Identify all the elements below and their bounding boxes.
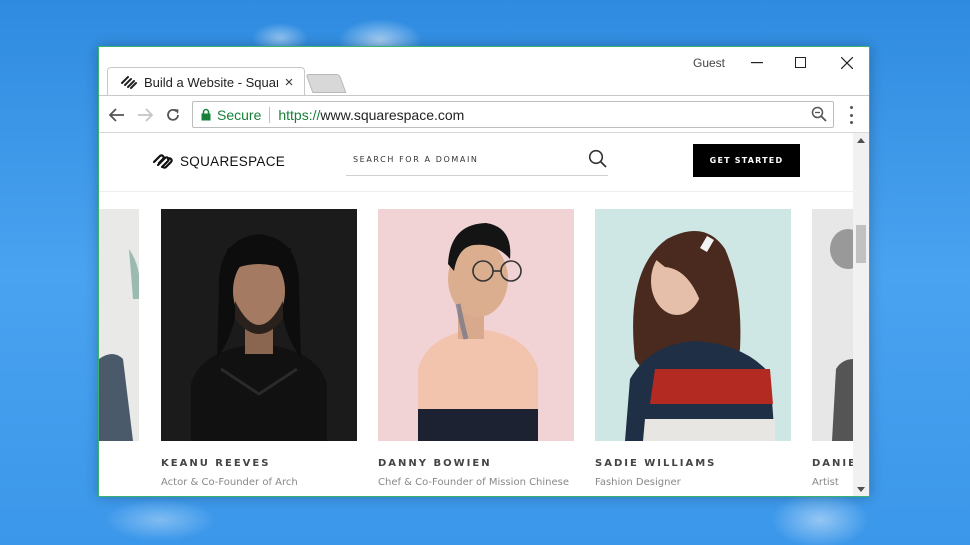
person-photo xyxy=(812,209,853,441)
person-photo xyxy=(595,209,791,441)
person-role: Chef & Co-Founder of Mission Chinese xyxy=(378,477,570,488)
squarespace-logo-icon xyxy=(152,154,173,169)
reload-icon xyxy=(167,108,179,121)
title-bar: Build a Website - Squarespace × Guest xyxy=(99,47,869,96)
person-card[interactable]: DANIE Artist xyxy=(812,209,853,488)
person-role: Fashion Designer xyxy=(595,477,681,488)
new-tab-button[interactable] xyxy=(305,74,347,93)
person-card[interactable]: SADIE WILLIAMS Fashion Designer xyxy=(595,209,791,488)
back-button[interactable] xyxy=(106,104,128,126)
close-icon xyxy=(841,57,853,69)
address-bar[interactable]: Secure https://www.squarespace.com xyxy=(192,101,834,128)
maximize-button[interactable] xyxy=(783,51,819,75)
reload-button[interactable] xyxy=(162,104,184,126)
close-window-button[interactable] xyxy=(829,51,865,75)
person-name: KEANU REEVES xyxy=(161,458,271,469)
person-card[interactable]: KEANU REEVES Actor & Co-Founder of Arch xyxy=(161,209,357,488)
browser-menu-icon[interactable] xyxy=(843,106,859,124)
logo-wordmark: SQUARESPACE xyxy=(180,154,286,169)
person-photo xyxy=(378,209,574,441)
get-started-button[interactable]: GET STARTED xyxy=(693,144,800,177)
minimize-button[interactable] xyxy=(739,51,775,75)
secure-label: Secure xyxy=(217,106,262,123)
search-icon[interactable] xyxy=(588,149,608,173)
person-role: Actor & Co-Founder of Arch xyxy=(161,477,298,488)
squarespace-logo[interactable]: SQUARESPACE xyxy=(152,153,285,170)
squarespace-favicon-icon xyxy=(120,74,138,90)
person-name: DANIE xyxy=(812,458,853,469)
page-viewport: SQUARESPACE GET STARTED xyxy=(99,133,853,496)
forward-arrow-icon xyxy=(138,108,153,122)
person-photo xyxy=(99,209,139,441)
person-photo xyxy=(161,209,357,441)
person-card[interactable]: DANNY BOWIEN Chef & Co-Founder of Missio… xyxy=(378,209,574,488)
url-text[interactable]: https://www.squarespace.com xyxy=(278,107,464,123)
profile-label[interactable]: Guest xyxy=(693,56,725,70)
omnibox-divider xyxy=(269,106,271,123)
vertical-scrollbar[interactable] xyxy=(853,133,869,496)
browser-toolbar: Secure https://www.squarespace.com xyxy=(99,95,869,133)
person-name: SADIE WILLIAMS xyxy=(595,458,717,469)
back-arrow-icon xyxy=(109,108,124,122)
tab-title: Build a Website - Squarespace xyxy=(144,74,278,90)
minimize-icon xyxy=(751,62,763,64)
scroll-down-icon[interactable] xyxy=(853,482,869,496)
tab-close-icon[interactable]: × xyxy=(282,74,296,91)
person-name: DANNY BOWIEN xyxy=(378,458,492,469)
forward-button[interactable] xyxy=(134,104,156,126)
person-role: Artist xyxy=(812,477,839,488)
zoom-icon[interactable] xyxy=(811,106,827,126)
browser-window: Build a Website - Squarespace × Guest Se… xyxy=(98,46,870,497)
maximize-icon xyxy=(795,57,806,68)
scrollbar-thumb[interactable] xyxy=(856,225,866,263)
domain-search-input[interactable] xyxy=(346,145,583,173)
scroll-up-icon[interactable] xyxy=(853,133,869,147)
site-header: SQUARESPACE GET STARTED xyxy=(99,133,853,192)
person-card[interactable] xyxy=(99,209,139,441)
domain-search xyxy=(346,145,608,176)
browser-tab[interactable]: Build a Website - Squarespace × xyxy=(107,67,305,96)
lock-icon xyxy=(201,108,211,121)
